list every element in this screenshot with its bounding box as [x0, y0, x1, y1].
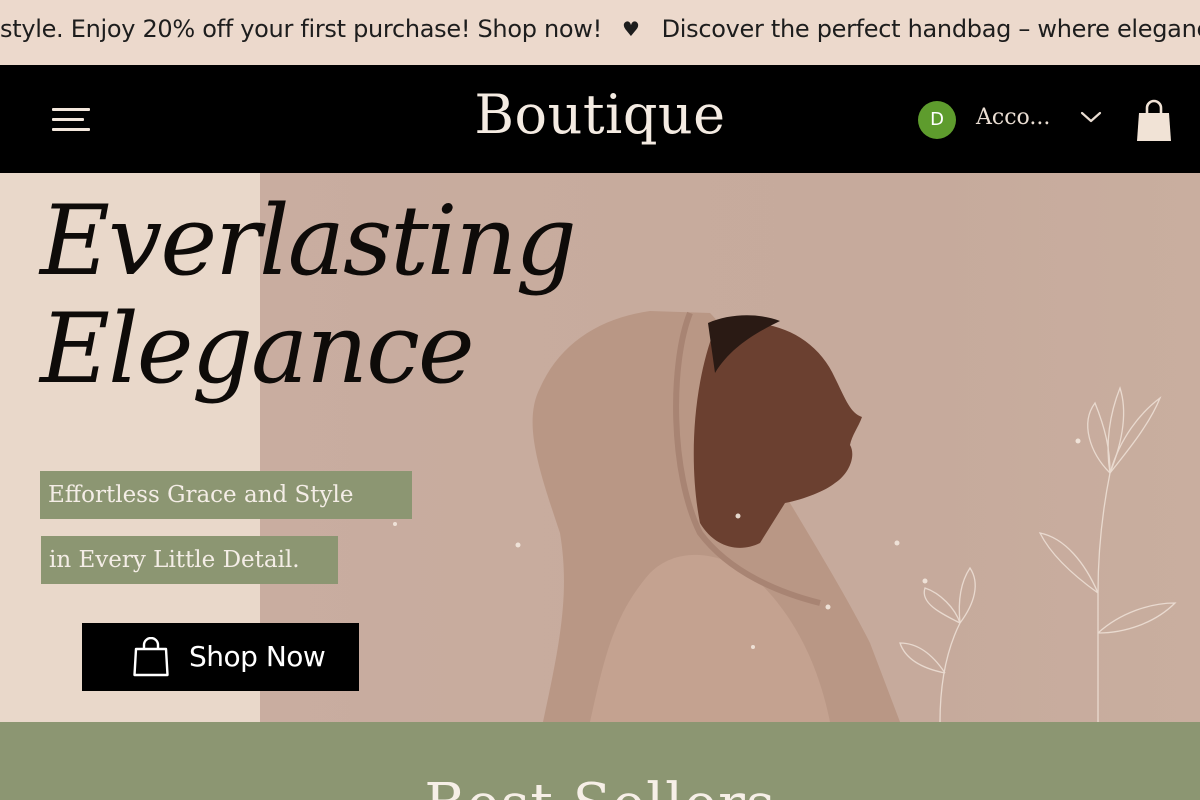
announcement-marquee: style. Enjoy 20% off your first purchase… — [0, 14, 1200, 43]
account-menu[interactable]: D Acco... — [918, 101, 1108, 139]
shop-now-label: Shop Now — [189, 640, 326, 673]
shopping-bag-icon — [133, 637, 169, 677]
hero-headline: Everlasting Elegance — [40, 185, 577, 405]
announcement-message-next[interactable]: Discover the perfect handbag – where ele… — [662, 15, 1200, 43]
hero-headline-line2: Elegance — [40, 293, 475, 405]
site-header: Boutique D Acco... — [0, 65, 1200, 173]
hero-tagline-1: Effortless Grace and Style — [40, 471, 412, 519]
announcement-message[interactable]: style. Enjoy 20% off your first purchase… — [0, 15, 602, 43]
best-sellers-section: Best Sellers — [0, 722, 1200, 800]
hero-headline-line1: Everlasting — [40, 185, 577, 297]
shop-now-button[interactable]: Shop Now — [82, 623, 359, 691]
brand-name[interactable]: Boutique — [474, 83, 725, 146]
hero-section: Everlasting Elegance Effortless Grace an… — [0, 173, 1200, 722]
shopping-bag-icon[interactable] — [1136, 99, 1172, 143]
account-label[interactable]: Acco... — [976, 105, 1050, 130]
chevron-down-icon[interactable] — [1080, 109, 1102, 125]
heart-icon: ♥ — [621, 17, 640, 41]
hero-tagline-2: in Every Little Detail. — [41, 536, 338, 584]
hamburger-icon[interactable] — [52, 105, 92, 133]
announcement-bar: style. Enjoy 20% off your first purchase… — [0, 0, 1200, 65]
best-sellers-title: Best Sellers — [0, 772, 1200, 800]
avatar[interactable]: D — [918, 101, 956, 139]
